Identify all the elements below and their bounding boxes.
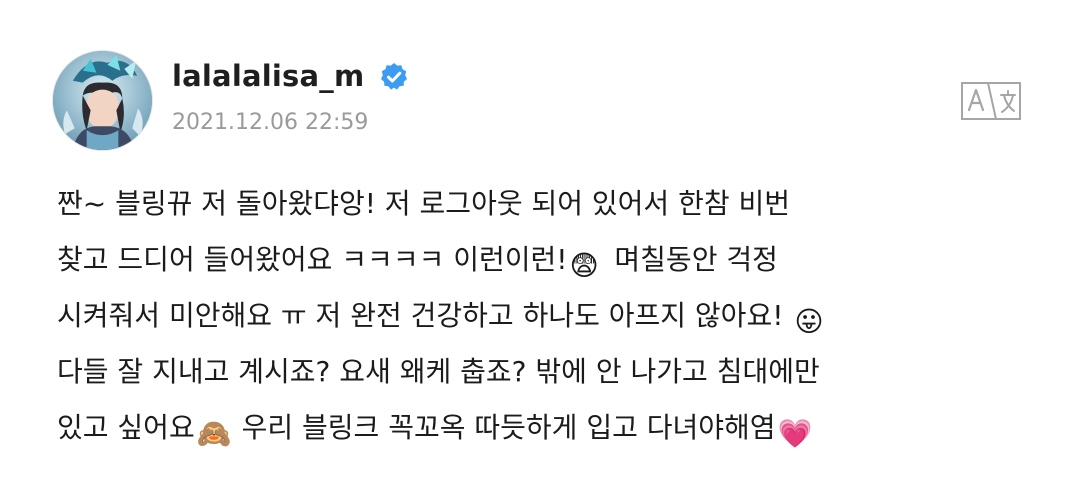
post-body-line-4: 다들 잘 지내고 계시죠? 요새 왜케 춥죠? 밖에 안 나가고 침대에만 — [57, 355, 820, 388]
post-body-line-3-text: 시켜줘서 미안해요 ㅠ 저 완전 건강하고 하나도 아프지 않아요! — [57, 299, 793, 332]
fearful-face-emoji-icon: 😨 — [569, 249, 599, 282]
post-body-line-5: 있고 싶어요🙈 우리 블링크 꼭꼬옥 따듯하게 입고 다녀야해염💗 — [57, 400, 1037, 456]
avatar-image — [53, 51, 152, 150]
username[interactable]: lalalalisa_m — [172, 58, 364, 94]
post-card: lalalalisa_m 2021.12.06 22:59 짠~ 블링뀨 저 돌… — [0, 0, 1070, 478]
post-body-line-2-text: 찾고 드디어 들어왔어요 ㅋㅋㅋㅋ 이런이런! — [57, 243, 568, 276]
post-body: 짠~ 블링뀨 저 돌아왔댜앙! 저 로그아웃 되어 있어서 한참 비번 찾고 드… — [57, 176, 1037, 456]
verified-badge-icon — [381, 63, 407, 90]
post-timestamp: 2021.12.06 22:59 — [172, 110, 369, 135]
post-body-line-5-text: 있고 싶어요 — [57, 411, 195, 444]
post-body-line-3: 시켜줘서 미안해요 ㅠ 저 완전 건강하고 하나도 아프지 않아요! 😛 — [57, 288, 1037, 344]
tongue-face-emoji-icon: 😛 — [794, 305, 824, 338]
growing-heart-emoji-icon: 💗 — [777, 417, 813, 450]
post-body-line-2-rest: 며칠동안 걱정 — [605, 243, 778, 276]
post-body-line-5-rest: 우리 블링크 꼭꼬옥 따듯하게 입고 다녀야해염 — [232, 411, 776, 444]
see-no-evil-monkey-emoji-icon: 🙈 — [196, 417, 232, 450]
post-body-line-1: 짠~ 블링뀨 저 돌아왔댜앙! 저 로그아웃 되어 있어서 한참 비번 — [57, 187, 791, 220]
profile-avatar[interactable] — [52, 50, 153, 151]
post-body-line-2: 찾고 드디어 들어왔어요 ㅋㅋㅋㅋ 이런이런!😨 며칠동안 걱정 — [57, 232, 1037, 288]
translate-icon[interactable] — [958, 80, 1024, 122]
